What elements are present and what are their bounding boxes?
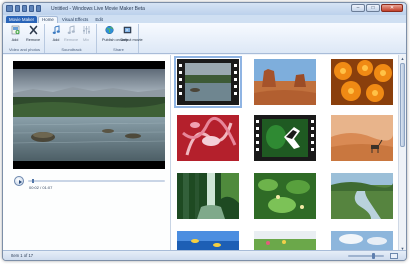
remove-video-button[interactable]: Remove	[26, 25, 40, 42]
thumbnail-view-icon[interactable]	[390, 253, 398, 259]
redo-icon[interactable]	[29, 5, 34, 12]
mix-button[interactable]: Mix	[79, 25, 93, 42]
storyboard-item-river-clip[interactable]	[174, 56, 242, 108]
window-controls: – □ ✕	[351, 4, 403, 12]
storyboard-item-clouds-sky[interactable]	[331, 231, 393, 252]
publish-on-web-button[interactable]: Publish on web	[102, 25, 128, 42]
storyboard-item-butterfly-clip[interactable]	[254, 115, 316, 161]
storyboard	[172, 55, 400, 252]
storyboard-item-green-foliage[interactable]	[254, 173, 316, 219]
main-content: 00:02 / 01:07	[3, 55, 406, 252]
time-display: 00:02 / 01:07	[29, 185, 53, 190]
tab-home[interactable]: Home	[38, 16, 58, 23]
close-button[interactable]: ✕	[381, 4, 403, 12]
customize-dropdown-icon[interactable]	[36, 5, 41, 12]
maximize-button[interactable]: □	[366, 4, 380, 12]
red-tapestry-thumbnail	[177, 115, 239, 161]
ribbon-tabs: Movie Maker Home Visual Effects Edit	[3, 15, 406, 23]
minimize-button[interactable]: –	[351, 4, 365, 12]
app-icon[interactable]	[6, 5, 13, 12]
remove-icon	[29, 25, 37, 35]
forest-waterfall-thumbnail	[177, 173, 239, 219]
add-music-label: Add	[52, 38, 60, 42]
music-remove-icon	[67, 25, 75, 34]
scroll-up-arrow-icon[interactable]: ▲	[400, 56, 405, 61]
output-movie-button[interactable]: Output movie	[120, 25, 143, 42]
storyboard-item-orange-flowers[interactable]	[331, 59, 393, 105]
tab-edit[interactable]: Edit	[92, 16, 106, 23]
green-foliage-thumbnail	[254, 173, 316, 219]
add-music-button[interactable]: Add	[49, 25, 63, 42]
status-bar: Item 1 of 17	[3, 250, 406, 260]
group-share: Publish on web Output movie Share	[99, 24, 143, 53]
group-label-share: Share	[113, 47, 124, 52]
seek-thumb[interactable]	[32, 179, 35, 183]
orange-flowers-thumbnail	[331, 59, 393, 105]
group-label-soundtrack: Soundtrack	[61, 47, 82, 52]
desert-buttes-thumbnail	[254, 59, 316, 105]
globe-icon	[104, 25, 114, 35]
river-clip-thumbnail	[177, 59, 239, 105]
zoom-slider[interactable]	[348, 253, 384, 259]
quick-access-toolbar	[6, 5, 41, 12]
mix-icon	[82, 26, 90, 34]
underwater-fish-thumbnail	[177, 231, 239, 252]
clouds-sky-thumbnail	[331, 231, 393, 252]
play-button[interactable]	[14, 176, 24, 186]
ribbon: Add Remove Video and photos Add Remove M…	[3, 23, 406, 54]
music-add-icon	[52, 25, 60, 34]
storyboard-scrollbar[interactable]: ▲ ▼	[398, 55, 406, 252]
preview-pane: 00:02 / 01:07	[3, 55, 171, 252]
tab-application-menu[interactable]: Movie Maker	[6, 16, 38, 23]
title-bar: Untitled - Windows Live Movie Maker Beta…	[3, 3, 406, 15]
sand-dunes-oryx-thumbnail	[331, 115, 393, 161]
video-frame-image	[13, 61, 165, 169]
remove-video-label: Remove	[26, 38, 41, 42]
playback-controls: 00:02 / 01:07	[13, 175, 165, 191]
window-title: Untitled - Windows Live Movie Maker Beta	[51, 6, 145, 12]
storyboard-item-desert-buttes[interactable]	[254, 59, 316, 105]
butterfly-clip-thumbnail	[254, 115, 316, 161]
remove-music-button[interactable]: Remove	[64, 25, 78, 42]
group-video-photos: Add Remove Video and photos	[5, 24, 45, 53]
group-soundtrack: Add Remove Mix Soundtrack	[47, 24, 97, 53]
remove-music-label: Remove	[64, 38, 79, 42]
item-count-text: Item 1 of 17	[11, 253, 34, 258]
storyboard-item-forest-waterfall[interactable]	[177, 173, 239, 219]
tab-visual-effects[interactable]: Visual Effects	[59, 16, 91, 23]
storyboard-item-stream-valley[interactable]	[331, 173, 393, 219]
publish-on-web-label: Publish on web	[102, 38, 128, 42]
output-movie-label: Output movie	[120, 38, 143, 42]
add-icon	[11, 25, 19, 35]
add-video-label: Add	[11, 38, 19, 42]
storyboard-item-spring-meadow[interactable]	[254, 231, 316, 252]
storyboard-item-red-tapestry[interactable]	[177, 115, 239, 161]
scrollbar-thumb[interactable]	[400, 63, 405, 147]
stream-valley-thumbnail	[331, 173, 393, 219]
storyboard-item-underwater-fish[interactable]	[177, 231, 239, 252]
seek-bar[interactable]	[28, 179, 165, 183]
add-video-button[interactable]: Add	[8, 25, 22, 42]
movie-icon	[123, 26, 131, 34]
group-label-video-photos: Video and photos	[8, 47, 41, 52]
zoom-slider-thumb[interactable]	[371, 253, 375, 259]
spring-meadow-thumbnail	[254, 231, 316, 252]
video-preview[interactable]	[13, 61, 165, 169]
undo-icon[interactable]	[22, 5, 27, 12]
app-window: Untitled - Windows Live Movie Maker Beta…	[2, 2, 407, 261]
mix-label: Mix	[83, 38, 89, 42]
save-icon[interactable]	[15, 5, 20, 12]
storyboard-item-sand-dunes-oryx[interactable]	[331, 115, 393, 161]
